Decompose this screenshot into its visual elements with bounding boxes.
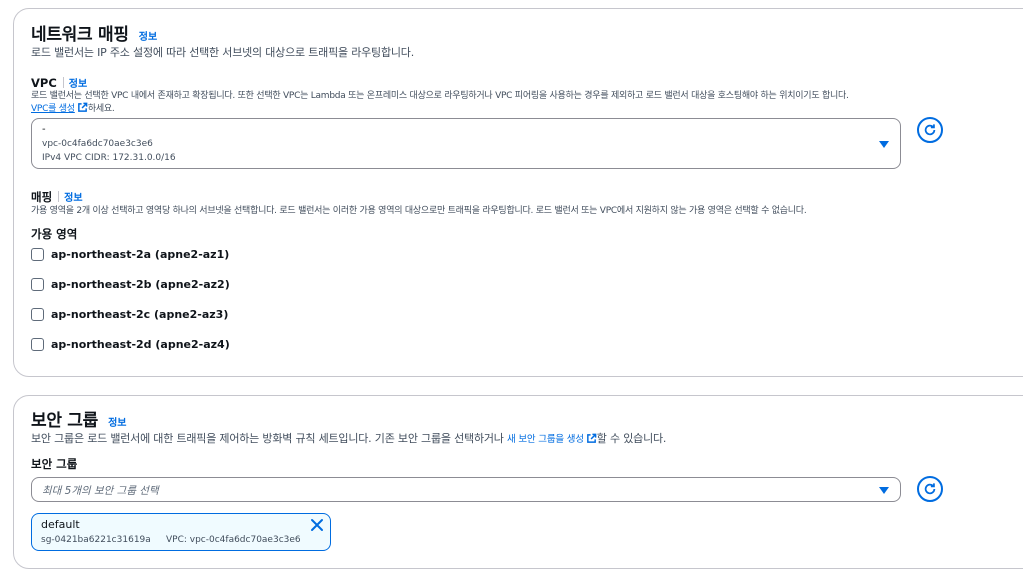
az-option[interactable]: ap-northeast-2a (apne2-az1) — [31, 246, 229, 262]
security-info-link[interactable]: 정보 — [108, 418, 126, 429]
network-info-link[interactable]: 정보 — [139, 32, 157, 43]
az-checkbox[interactable] — [31, 277, 44, 291]
label-separator — [58, 191, 60, 202]
refresh-icon — [924, 483, 936, 495]
refresh-icon — [924, 124, 936, 136]
vpc-selected-cidr: IPv4 VPC CIDR: 172.31.0.0/16 — [42, 153, 176, 163]
security-group-select[interactable]: 최대 5개의 보안 그룹 선택 — [31, 477, 901, 502]
security-description-prefix: 보안 그룹은 로드 밸런서에 대한 트래픽을 제어하는 방화벽 규칙 세트입니다… — [31, 432, 504, 445]
security-group-title: 보안 그룹 — [31, 411, 98, 431]
close-icon[interactable] — [310, 518, 324, 532]
az-label: ap-northeast-2b (apne2-az2) — [51, 277, 230, 291]
token-id: sg-0421ba6221c31619a — [41, 535, 151, 545]
network-mapping-header: 네트워크 매핑 정보 — [31, 20, 157, 45]
az-option[interactable]: ap-northeast-2d (apne2-az4) — [31, 336, 230, 352]
az-label: ap-northeast-2c (apne2-az3) — [51, 307, 229, 321]
vpc-description: 로드 밸런서는 선택한 VPC 내에서 존재하고 확장됩니다. 또한 선택한 V… — [31, 91, 849, 101]
network-mapping-title: 네트워크 매핑 — [31, 25, 129, 45]
security-description-suffix: 할 수 있습니다. — [596, 432, 667, 445]
mapping-label: 매핑 — [31, 190, 53, 204]
token-name: default — [41, 518, 80, 531]
az-checkbox[interactable] — [31, 337, 44, 351]
vpc-create-row: VPC를 생성 하세요. — [31, 101, 115, 114]
vpc-refresh-button[interactable] — [917, 117, 943, 143]
selected-security-group-token: default sg-0421ba6221c31619a VPC: vpc-0c… — [31, 513, 331, 551]
vpc-selected-name: - — [42, 124, 46, 135]
availability-zone-heading: 가용 영역 — [31, 227, 78, 241]
az-label: ap-northeast-2d (apne2-az4) — [51, 337, 230, 351]
external-link-icon — [586, 433, 597, 443]
caret-down-icon — [879, 141, 889, 148]
network-mapping-description: 로드 밸런서는 IP 주소 설정에 따라 선택한 서브넷의 대상으로 트래픽을 … — [31, 46, 415, 59]
security-group-header: 보안 그룹 정보 — [31, 406, 126, 431]
az-checkbox[interactable] — [31, 307, 44, 321]
vpc-selected-id: vpc-0c4fa6dc70ae3c3e6 — [42, 139, 153, 149]
mapping-description: 가용 영역을 2개 이상 선택하고 영역당 하나의 서브넷을 선택합니다. 로드… — [31, 206, 807, 216]
label-separator — [62, 77, 64, 88]
security-group-description: 보안 그룹은 로드 밸런서에 대한 트래픽을 제어하는 방화벽 규칙 세트입니다… — [31, 430, 666, 446]
az-option[interactable]: ap-northeast-2c (apne2-az3) — [31, 306, 228, 322]
security-group-field-label: 보안 그룹 — [31, 457, 78, 471]
create-vpc-link[interactable]: VPC를 생성 — [31, 104, 75, 114]
security-group-placeholder: 최대 5개의 보안 그룹 선택 — [42, 485, 159, 497]
vpc-select[interactable]: - vpc-0c4fa6dc70ae3c3e6 IPv4 VPC CIDR: 1… — [31, 118, 901, 169]
create-vpc-suffix: 하세요. — [87, 104, 115, 114]
token-vpc: VPC: vpc-0c4fa6dc70ae3c3e6 — [166, 535, 301, 545]
external-link-icon — [77, 102, 88, 112]
az-option[interactable]: ap-northeast-2b (apne2-az2) — [31, 276, 230, 292]
caret-down-icon — [879, 487, 889, 494]
az-label: ap-northeast-2a (apne2-az1) — [51, 247, 230, 261]
az-checkbox[interactable] — [31, 247, 44, 261]
security-group-refresh-button[interactable] — [917, 476, 943, 502]
create-security-group-link[interactable]: 새 보안 그룹을 생성 — [507, 434, 584, 445]
